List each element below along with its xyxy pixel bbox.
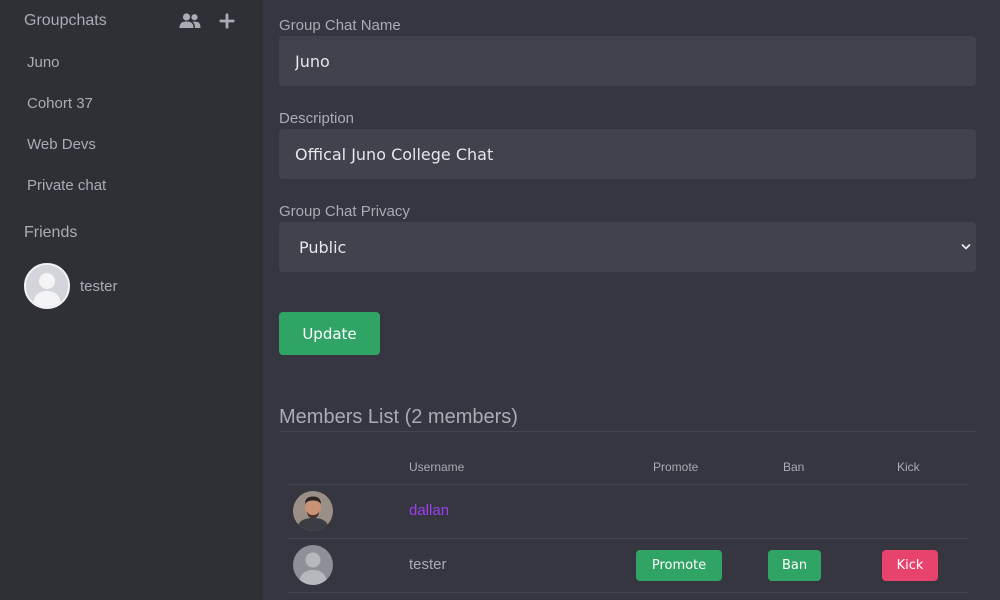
column-header-kick: Kick bbox=[897, 460, 920, 474]
divider bbox=[287, 538, 968, 539]
update-button[interactable]: Update bbox=[279, 312, 380, 355]
member-username-link[interactable]: dallan bbox=[409, 502, 449, 519]
default-avatar-icon bbox=[293, 545, 333, 585]
sidebar: Groupchats Juno Cohort 37 Web Devs Priva… bbox=[0, 0, 263, 600]
member-username: tester bbox=[409, 556, 447, 573]
plus-icon[interactable] bbox=[216, 10, 238, 32]
divider bbox=[287, 484, 968, 485]
kick-button[interactable]: Kick bbox=[882, 550, 938, 581]
chevron-down-icon bbox=[960, 239, 972, 255]
sidebar-item-private-chat[interactable]: Private chat bbox=[27, 177, 106, 194]
sidebar-item-cohort-37[interactable]: Cohort 37 bbox=[27, 95, 93, 112]
app-root: Groupchats Juno Cohort 37 Web Devs Priva… bbox=[0, 0, 1000, 600]
promote-button[interactable]: Promote bbox=[636, 550, 722, 581]
column-header-ban: Ban bbox=[783, 460, 805, 474]
friend-item-tester[interactable]: tester bbox=[24, 263, 118, 309]
photo-avatar-icon bbox=[293, 491, 333, 531]
description-input[interactable] bbox=[279, 129, 976, 179]
group-name-input[interactable] bbox=[279, 36, 976, 86]
ban-button[interactable]: Ban bbox=[768, 550, 821, 581]
divider bbox=[287, 592, 968, 593]
column-header-promote: Promote bbox=[653, 460, 699, 474]
privacy-label: Group Chat Privacy bbox=[279, 203, 410, 220]
people-icon[interactable] bbox=[179, 10, 201, 32]
description-label: Description bbox=[279, 110, 355, 127]
privacy-select[interactable]: Public bbox=[279, 222, 976, 272]
friends-header: Friends bbox=[24, 224, 78, 241]
group-settings-panel: Group Chat Name Description Group Chat P… bbox=[263, 0, 1000, 600]
default-avatar-icon bbox=[24, 263, 70, 309]
privacy-select-value: Public bbox=[299, 237, 347, 257]
groupchats-header: Groupchats bbox=[24, 12, 107, 29]
members-list-title: Members List (2 members) bbox=[279, 406, 518, 428]
group-name-label: Group Chat Name bbox=[279, 17, 401, 34]
sidebar-item-web-devs[interactable]: Web Devs bbox=[27, 136, 96, 153]
friend-name: tester bbox=[80, 277, 118, 295]
sidebar-item-juno[interactable]: Juno bbox=[27, 54, 60, 71]
column-header-username: Username bbox=[409, 460, 465, 474]
divider bbox=[279, 431, 976, 432]
